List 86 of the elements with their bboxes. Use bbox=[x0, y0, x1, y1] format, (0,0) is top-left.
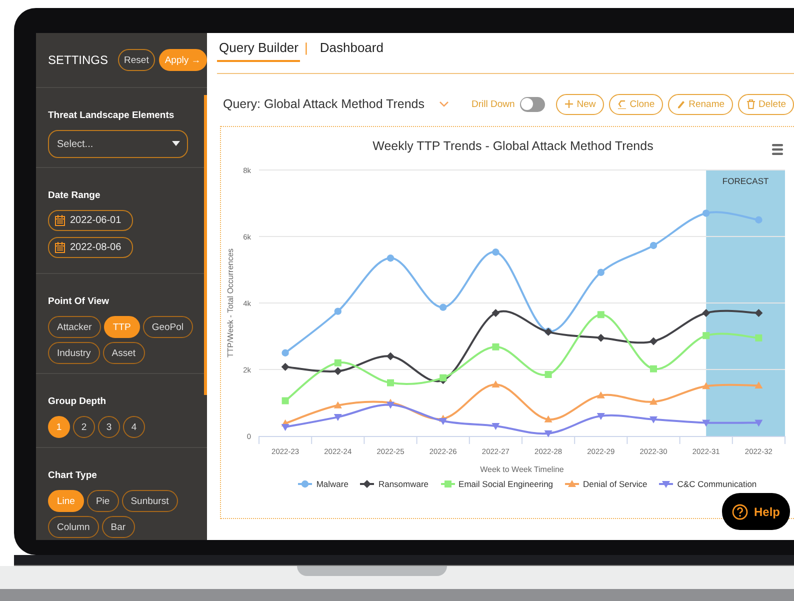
data-point-marker bbox=[386, 254, 394, 262]
chart-title: Weekly TTP Trends - Global Attack Method Trends bbox=[372, 139, 654, 153]
data-point-marker bbox=[492, 380, 500, 388]
depth-option[interactable]: 3 bbox=[98, 416, 120, 438]
data-point-marker bbox=[702, 308, 710, 317]
data-point-marker bbox=[334, 308, 342, 315]
option-chip[interactable]: GeoPol bbox=[142, 316, 192, 338]
legend-item[interactable]: C&C Communication bbox=[659, 479, 757, 489]
scrollbar-thumb[interactable] bbox=[204, 95, 207, 395]
option-chip[interactable]: Bar bbox=[102, 516, 135, 538]
option-chip[interactable]: Industry bbox=[48, 342, 100, 364]
data-point-marker bbox=[754, 420, 763, 427]
option-chip[interactable]: Pie bbox=[86, 490, 119, 512]
drill-down-toggle[interactable] bbox=[520, 96, 545, 112]
data-point-marker bbox=[702, 382, 710, 390]
question-icon bbox=[732, 504, 748, 520]
tab[interactable]: Dashboard bbox=[318, 38, 386, 62]
section-label: Threat Landscape Elements bbox=[48, 110, 176, 121]
data-point-marker bbox=[755, 216, 762, 224]
forecast-label: FORECAST bbox=[722, 176, 769, 186]
section-label: Chart Type bbox=[48, 470, 98, 481]
data-point-marker bbox=[702, 332, 710, 340]
tab[interactable]: Query Builder bbox=[217, 38, 300, 62]
option-chip[interactable]: Column bbox=[48, 516, 99, 538]
menu-icon[interactable] bbox=[772, 144, 783, 155]
data-point-marker bbox=[544, 371, 552, 378]
tab-separator: | bbox=[304, 39, 308, 55]
data-point-marker bbox=[492, 343, 500, 350]
data-point-marker bbox=[650, 398, 658, 405]
depth-option[interactable]: 2 bbox=[73, 416, 95, 438]
section-label: Date Range bbox=[48, 190, 102, 201]
legend-item[interactable]: Denial of Service bbox=[565, 479, 648, 489]
data-point-marker bbox=[650, 365, 657, 372]
legend-item[interactable]: Email Social Engineering bbox=[440, 479, 554, 489]
date-field[interactable]: 2022-06-01 bbox=[48, 210, 133, 231]
chevron-down-icon bbox=[438, 101, 448, 107]
data-point-marker bbox=[387, 379, 394, 386]
plus-icon bbox=[564, 99, 574, 109]
data-point-marker bbox=[492, 423, 500, 430]
data-point-marker bbox=[702, 420, 710, 427]
option-chip[interactable]: Sunburst bbox=[122, 490, 178, 512]
section-label: Group Depth bbox=[48, 396, 108, 407]
data-point-marker bbox=[334, 367, 342, 376]
data-point-marker bbox=[492, 308, 500, 317]
drill-down-label: Drill Down bbox=[471, 98, 515, 110]
data-point-marker bbox=[282, 349, 289, 356]
data-point-marker bbox=[544, 430, 552, 438]
dropdown-caret-icon bbox=[172, 141, 180, 146]
data-point-marker bbox=[754, 308, 763, 317]
x-axis-title: Week to Week Timeline bbox=[480, 465, 564, 474]
data-point-marker bbox=[754, 381, 763, 388]
section-label: Point Of View bbox=[48, 296, 110, 307]
reset-button[interactable]: Reset bbox=[118, 49, 155, 71]
date-field[interactable]: 2022-08-06 bbox=[48, 237, 133, 258]
option-chip[interactable]: Asset bbox=[102, 342, 145, 364]
query-selector[interactable]: Query: Global Attack Method Trends bbox=[223, 97, 448, 111]
data-point-marker bbox=[597, 268, 604, 276]
settings-title: SETTINGS bbox=[48, 53, 108, 67]
legend-item[interactable]: Malware bbox=[298, 479, 348, 489]
data-point-marker bbox=[492, 248, 500, 256]
data-point-marker bbox=[597, 311, 604, 318]
legend-item[interactable]: Ransomware bbox=[360, 479, 429, 489]
depth-option[interactable]: 4 bbox=[123, 416, 145, 438]
data-point-marker bbox=[596, 413, 605, 420]
data-point-marker bbox=[544, 415, 552, 422]
data-point-marker bbox=[702, 210, 710, 217]
help-button[interactable]: Help bbox=[722, 493, 790, 530]
calendar-icon bbox=[55, 242, 65, 253]
data-point-marker bbox=[281, 362, 290, 371]
data-point-marker bbox=[386, 352, 394, 360]
data-point-marker bbox=[282, 397, 289, 404]
pencil-icon bbox=[676, 99, 686, 109]
select-field[interactable]: Select... bbox=[48, 130, 188, 158]
data-point-marker bbox=[650, 242, 658, 250]
option-chip[interactable]: Attacker bbox=[48, 316, 101, 338]
data-point-marker bbox=[440, 304, 447, 311]
data-point-marker bbox=[596, 334, 605, 342]
calendar-icon bbox=[55, 215, 65, 226]
trash-icon bbox=[746, 99, 756, 109]
data-point-marker bbox=[650, 416, 658, 424]
data-point-marker bbox=[334, 401, 342, 408]
data-point-marker bbox=[596, 391, 605, 398]
curved-arrow-icon bbox=[616, 99, 627, 109]
data-point-marker bbox=[650, 337, 658, 346]
y-axis-title: TTP/Week - Total Occurrences bbox=[226, 248, 235, 358]
data-point-marker bbox=[334, 414, 342, 422]
